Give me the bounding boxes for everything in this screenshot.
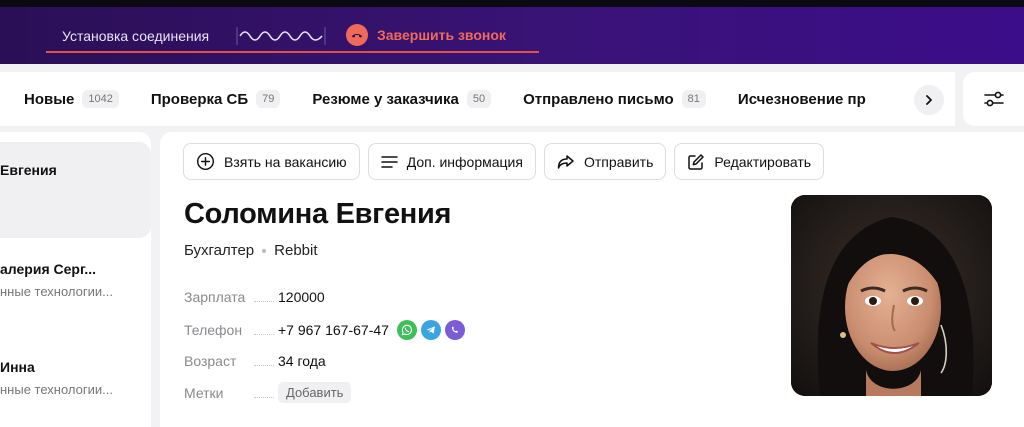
send-button[interactable]: Отправить [543, 143, 667, 180]
tab-letter-sent[interactable]: Отправлено письмо 81 [523, 90, 706, 108]
candidate-subtitle: нные технологии... [0, 382, 113, 397]
tab-resume-at-client[interactable]: Резюме у заказчика 50 [312, 90, 492, 108]
viber-icon[interactable] [444, 320, 465, 340]
additional-info-button[interactable]: Доп. информация [367, 143, 536, 180]
field-age: Возраст 34 года [184, 353, 326, 369]
action-toolbar: Взять на вакансию Доп. информация Отправ… [183, 143, 825, 180]
share-arrow-icon [557, 154, 574, 169]
candidate-list: Евгения алерия Серг... нные технологии..… [0, 132, 151, 427]
candidate-position-line: Бухгалтер Rebbit [184, 242, 318, 259]
edit-button[interactable]: Редактировать [674, 143, 825, 180]
separator-dot [262, 248, 267, 253]
tab-label: Резюме у заказчика [312, 90, 459, 108]
additional-info-label: Доп. информация [406, 153, 523, 170]
audio-wave-icon [236, 27, 326, 45]
edit-pencil-icon [688, 153, 705, 170]
field-value: 120000 [278, 289, 325, 305]
whatsapp-icon[interactable] [396, 320, 417, 340]
field-label: Телефон [184, 322, 278, 338]
candidate-subtitle: нные технологии... [0, 284, 113, 299]
messenger-icons [396, 320, 465, 340]
candidate-name: Инна [0, 359, 35, 375]
candidate-name: алерия Серг... [0, 261, 97, 277]
hang-up-icon [346, 24, 368, 46]
candidate-full-name: Соломина Евгения [184, 198, 452, 230]
end-call-button[interactable]: Завершить звонок [346, 24, 506, 46]
candidate-item[interactable]: Инна нные технологии... [0, 350, 151, 410]
field-tags: Метки Добавить [184, 382, 352, 403]
field-label: Зарплата [184, 289, 278, 305]
tab-count: 81 [681, 90, 706, 108]
chevron-right-icon [926, 95, 932, 105]
tab-disappeared[interactable]: Исчезновение пр [738, 91, 866, 108]
take-to-vacancy-label: Взять на вакансию [224, 153, 347, 170]
tab-security-check[interactable]: Проверка СБ 79 [151, 90, 281, 108]
end-call-label: Завершить звонок [377, 27, 506, 43]
tabs-fade [875, 72, 915, 126]
candidate-item-active[interactable]: Евгения [0, 142, 151, 238]
tab-count: 1042 [82, 90, 119, 108]
tab-count: 79 [256, 90, 281, 108]
field-value: 34 года [278, 353, 326, 369]
take-to-vacancy-button[interactable]: Взять на вакансию [183, 143, 360, 180]
tab-label: Проверка СБ [150, 90, 249, 108]
tab-label: Отправлено письмо [523, 90, 674, 108]
call-progress-line [46, 51, 539, 53]
candidate-photo [791, 195, 992, 396]
tab-label: Новые [24, 90, 75, 108]
tab-new[interactable]: Новые 1042 [24, 90, 119, 108]
call-status: Установка соединения [62, 28, 210, 44]
telegram-icon[interactable] [420, 320, 441, 340]
candidate-position: Бухгалтер [184, 242, 255, 259]
tabs-scroll-right-button[interactable] [914, 85, 944, 115]
candidate-company: Rebbit [274, 242, 318, 259]
plus-circle-icon [196, 152, 215, 171]
field-phone: Телефон +7 967 167-67-47 [184, 320, 465, 340]
field-label: Возраст [184, 353, 278, 369]
top-strip [0, 0, 1024, 7]
field-label: Метки [184, 385, 278, 401]
candidate-card: Взять на вакансию Доп. информация Отправ… [160, 132, 1024, 427]
call-bar: Установка соединения Завершить звонок [0, 0, 1024, 64]
text-lines-icon [380, 155, 398, 168]
edit-label: Редактировать [714, 153, 812, 170]
candidate-portrait [791, 195, 992, 396]
candidate-name: Евгения [0, 162, 57, 178]
status-tabs: Новые 1042 Проверка СБ 79 Резюме у заказ… [24, 72, 898, 126]
phone-value[interactable]: +7 967 167-67-47 [278, 322, 389, 338]
status-tabs-bar: Новые 1042 Проверка СБ 79 Резюме у заказ… [0, 72, 955, 126]
send-label: Отправить [583, 153, 654, 170]
candidate-item[interactable]: алерия Серг... нные технологии... [0, 252, 151, 312]
filter-button[interactable] [963, 72, 1024, 126]
tab-count: 50 [466, 90, 492, 108]
field-salary: Зарплата 120000 [184, 289, 325, 305]
tab-label: Исчезновение пр [737, 90, 866, 108]
filter-sliders-icon [983, 91, 1004, 107]
add-tag-button[interactable]: Добавить [278, 382, 352, 403]
